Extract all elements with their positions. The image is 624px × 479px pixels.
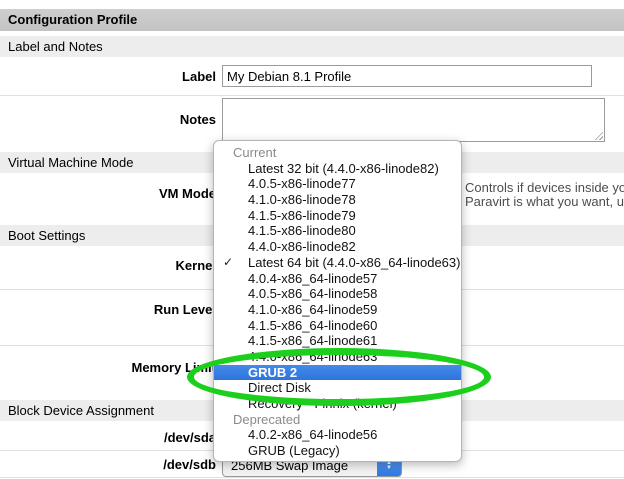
vm-mode-help-line1: Controls if devices inside your xyxy=(465,181,624,195)
kernel-menu-item[interactable]: Recovery - Finnix (kernel) xyxy=(214,396,461,412)
section-label-and-notes: Label and Notes xyxy=(0,36,624,57)
kernel-menu-item[interactable]: ✓ Latest 64 bit (4.4.0-x86_64-linode63) xyxy=(214,255,461,271)
kernel-menu-item[interactable]: 4.0.4-x86_64-linode57 xyxy=(214,271,461,287)
dev-sda-field-label: /dev/sda xyxy=(0,430,216,445)
kernel-menu-item[interactable]: GRUB 2 xyxy=(214,365,461,381)
kernel-menu-item-label: GRUB 2 xyxy=(248,365,297,380)
kernel-menu-item[interactable]: Latest 32 bit (4.4.0-x86-linode82) xyxy=(214,161,461,177)
kernel-menu-item[interactable]: 4.4.0-x86_64-linode63 xyxy=(214,349,461,365)
kernel-menu-item[interactable]: Direct Disk xyxy=(214,380,461,396)
kernel-menu-item-label: 4.1.5-x86_64-linode61 xyxy=(248,333,377,348)
kernel-menu-item-label: 4.0.5-x86_64-linode58 xyxy=(248,286,377,301)
kernel-menu-group-label: Current xyxy=(214,145,461,161)
kernel-menu-item[interactable]: 4.4.0-x86-linode82 xyxy=(214,239,461,255)
kernel-menu-item-label: GRUB (Legacy) xyxy=(248,443,340,458)
label-input[interactable] xyxy=(222,65,592,87)
kernel-menu-item-label: 4.0.5-x86-linode77 xyxy=(248,176,356,191)
vm-mode-help-line2: Paravirt is what you want, unle xyxy=(465,195,624,209)
page-title: Configuration Profile xyxy=(0,9,624,31)
kernel-menu-item[interactable]: 4.0.5-x86-linode77 xyxy=(214,176,461,192)
kernel-menu-item[interactable]: 4.1.5-x86_64-linode61 xyxy=(214,333,461,349)
kernel-menu-item[interactable]: 4.1.5-x86-linode80 xyxy=(214,223,461,239)
memory-limit-field-label: Memory Limit xyxy=(0,360,216,375)
kernel-menu-item-label: 4.1.5-x86_64-linode60 xyxy=(248,318,377,333)
vm-mode-field-label: VM Mode xyxy=(0,186,216,201)
kernel-menu-item-label: Latest 32 bit (4.4.0-x86-linode82) xyxy=(248,161,439,176)
kernel-menu-item-label: 4.0.2-x86_64-linode56 xyxy=(248,427,377,442)
kernel-menu-item-label: Direct Disk xyxy=(248,380,311,395)
resize-grip-icon[interactable] xyxy=(594,131,603,140)
kernel-menu-item[interactable]: 4.1.5-x86_64-linode60 xyxy=(214,318,461,334)
row-separator xyxy=(0,477,624,478)
kernel-menu-item[interactable]: 4.0.5-x86_64-linode58 xyxy=(214,286,461,302)
notes-field-label: Notes xyxy=(0,112,216,127)
kernel-menu-item-label: 4.0.4-x86_64-linode57 xyxy=(248,271,377,286)
kernel-menu-item[interactable]: 4.1.5-x86-linode79 xyxy=(214,208,461,224)
checkmark-icon: ✓ xyxy=(223,255,233,271)
label-field-label: Label xyxy=(0,69,216,84)
vm-mode-help-text: Controls if devices inside your Paravirt… xyxy=(465,181,624,209)
kernel-field-label: Kernel xyxy=(0,258,216,273)
run-level-field-label: Run Level xyxy=(0,302,216,317)
dev-sdb-field-label: /dev/sdb xyxy=(0,457,216,472)
kernel-dropdown-menu: CurrentLatest 32 bit (4.4.0-x86-linode82… xyxy=(213,140,462,462)
kernel-menu-item[interactable]: 4.0.2-x86_64-linode56 xyxy=(214,427,461,443)
kernel-menu-item-label: 4.4.0-x86_64-linode63 xyxy=(248,349,377,364)
kernel-menu-item-label: 4.1.5-x86-linode79 xyxy=(248,208,356,223)
configuration-profile-page: Configuration Profile Label and Notes La… xyxy=(0,0,624,479)
kernel-menu-item-label: Recovery - Finnix (kernel) xyxy=(248,396,397,411)
kernel-menu-item[interactable]: 4.1.0-x86_64-linode59 xyxy=(214,302,461,318)
kernel-menu-item-label: 4.1.5-x86-linode80 xyxy=(248,223,356,238)
kernel-menu-item[interactable]: GRUB (Legacy) xyxy=(214,443,461,459)
kernel-menu-group-label: Deprecated xyxy=(214,412,461,428)
kernel-menu-item-label: 4.1.0-x86_64-linode59 xyxy=(248,302,377,317)
kernel-menu-item[interactable]: 4.1.0-x86-linode78 xyxy=(214,192,461,208)
kernel-menu-item-label: 4.1.0-x86-linode78 xyxy=(248,192,356,207)
row-separator xyxy=(0,95,624,96)
notes-textarea[interactable] xyxy=(222,98,605,142)
kernel-menu-item-label: 4.4.0-x86-linode82 xyxy=(248,239,356,254)
kernel-menu-item-label: Latest 64 bit (4.4.0-x86_64-linode63) xyxy=(248,255,460,270)
